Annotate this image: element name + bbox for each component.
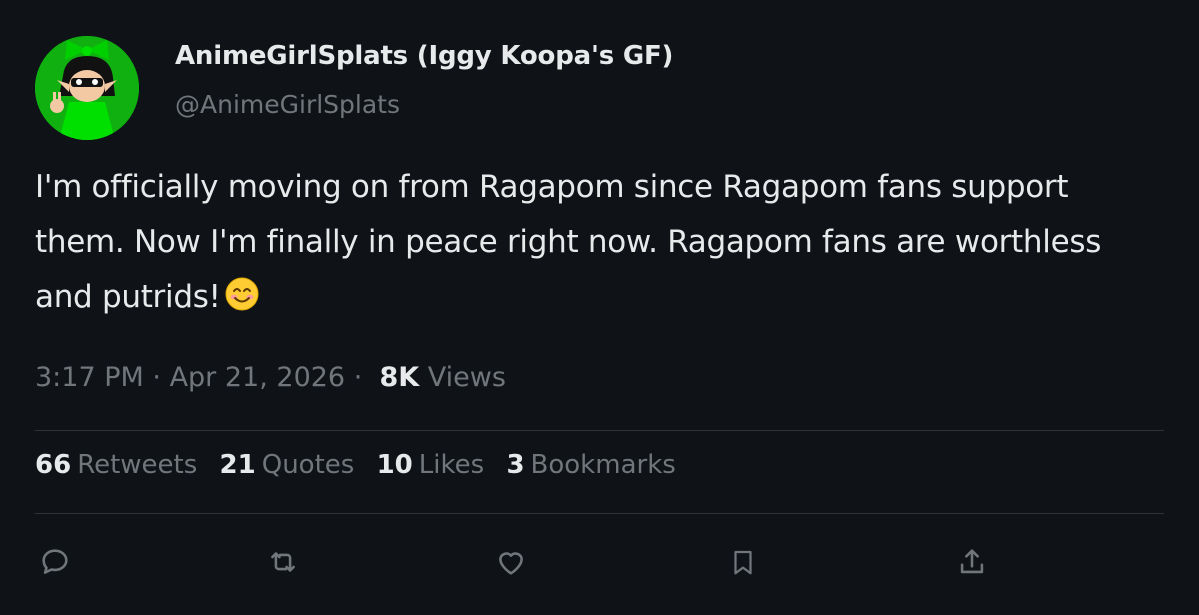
bookmarks-stat[interactable]: 3 Bookmarks	[506, 450, 675, 480]
like-button[interactable]	[491, 542, 531, 582]
tweet-text: I'm officially moving on from Ragapom si…	[35, 160, 1145, 329]
tweet-meta: 3:17 PM · Apr 21, 2026 · 8K Views	[35, 362, 506, 393]
tweet-body: I'm officially moving on from Ragapom si…	[35, 169, 1102, 315]
views-label: Views	[427, 362, 506, 393]
quotes-count: 21	[219, 450, 256, 480]
retweets-stat[interactable]: 66 Retweets	[35, 450, 197, 480]
retweets-label: Retweets	[77, 450, 198, 480]
retweet-icon	[271, 552, 295, 572]
likes-count: 10	[376, 450, 413, 480]
display-name[interactable]: AnimeGirlSplats (Iggy Koopa's GF)	[175, 41, 673, 71]
like-icon	[499, 552, 523, 575]
smiling-face-emoji-icon	[225, 274, 259, 329]
tweet-date[interactable]: Apr 21, 2026	[170, 362, 346, 393]
avatar-image	[35, 36, 139, 140]
divider	[35, 513, 1164, 514]
retweets-count: 66	[35, 450, 72, 480]
likes-stat[interactable]: 10 Likes	[377, 450, 485, 480]
bookmark-button[interactable]	[723, 542, 763, 582]
bookmarks-count: 3	[506, 450, 525, 480]
share-button[interactable]	[952, 542, 992, 582]
avatar[interactable]	[35, 36, 139, 140]
quotes-stat[interactable]: 21 Quotes	[220, 450, 355, 480]
share-icon	[960, 549, 984, 574]
bookmark-icon	[734, 550, 752, 575]
quotes-label: Quotes	[261, 450, 355, 480]
views-count: 8K	[379, 362, 420, 393]
user-handle[interactable]: @AnimeGirlSplats	[175, 90, 400, 119]
meta-separator: ·	[152, 362, 161, 393]
tweet-time[interactable]: 3:17 PM	[35, 362, 144, 393]
reply-icon	[42, 549, 68, 574]
bookmarks-label: Bookmarks	[530, 450, 676, 480]
divider	[35, 430, 1164, 431]
reply-button[interactable]	[35, 542, 75, 582]
likes-label: Likes	[418, 450, 485, 480]
engagement-stats: 66 Retweets 21 Quotes 10 Likes 3 Bookmarks	[35, 450, 690, 480]
retweet-button[interactable]	[263, 542, 303, 582]
meta-separator: ·	[353, 362, 363, 393]
